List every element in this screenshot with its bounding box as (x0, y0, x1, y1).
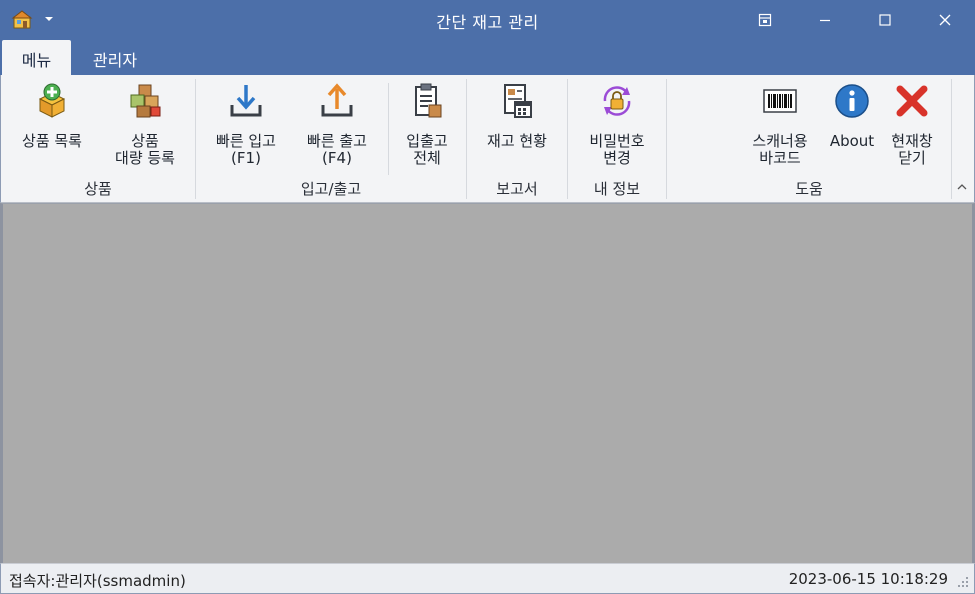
change-password-button[interactable]: 비밀번호 변경 (572, 81, 662, 167)
clipboard-list-icon (415, 83, 442, 118)
ribbon-panel: 상품 목록 상품 대량 등록 상품 빠른 입고 (F1) 빠른 출고 (F4) … (0, 75, 975, 203)
group-label-my-info: 내 정보 (593, 180, 641, 198)
group-label-help: 도움 (795, 180, 823, 198)
close-icon (939, 14, 951, 26)
close-x-icon (896, 85, 928, 117)
group-label-inout: 입고/출고 (300, 180, 362, 198)
maximize-icon (879, 14, 891, 26)
barcode-icon (763, 89, 797, 113)
about-label: About (829, 132, 875, 150)
product-bulk-register-button[interactable]: 상품 대량 등록 (99, 81, 191, 167)
quick-inbound-button[interactable]: 빠른 입고 (F1) (202, 81, 290, 167)
boxes-bulk-icon (130, 84, 161, 118)
restore-layout-button[interactable] (736, 0, 794, 40)
group-label-report: 보고서 (496, 180, 538, 198)
quick-outbound-label: 빠른 출고 (F4) (307, 132, 367, 167)
ribbon-group-inout: 빠른 입고 (F1) 빠른 출고 (F4) 입출고 전체 입고/출고 (196, 75, 466, 202)
inbound-arrow-icon (230, 85, 262, 117)
stock-status-button[interactable]: 재고 현황 (473, 81, 561, 150)
tab-menu[interactable]: 메뉴 (2, 40, 71, 75)
inout-all-label: 입출고 전체 (406, 132, 448, 167)
about-button[interactable]: About (825, 81, 879, 150)
box-add-icon (38, 83, 66, 118)
maximize-button[interactable] (856, 0, 914, 40)
inout-all-button[interactable]: 입출고 전체 (394, 81, 460, 167)
title-bar: 간단 재고 관리 (0, 0, 975, 40)
status-datetime: 2023-06-15 10:18:29 (788, 570, 948, 588)
scanner-barcode-label: 스캐너용 바코드 (752, 132, 808, 167)
report-calendar-icon (504, 84, 532, 118)
product-list-button[interactable]: 상품 목록 (7, 81, 97, 150)
minimize-button[interactable] (796, 0, 854, 40)
quick-outbound-button[interactable]: 빠른 출고 (F4) (292, 81, 382, 167)
group-divider (951, 79, 952, 199)
ribbon-group-my-info: 비밀번호 변경 내 정보 (568, 75, 666, 202)
ribbon-tab-strip: 메뉴 관리자 (0, 40, 975, 75)
product-list-label: 상품 목록 (22, 132, 82, 150)
tab-admin[interactable]: 관리자 (78, 40, 152, 75)
status-bar: 접속자:관리자(ssmadmin) 2023-06-15 10:18:29 (0, 563, 975, 594)
status-logged-in-user: 접속자:관리자(ssmadmin) (9, 572, 186, 590)
quick-inbound-label: 빠른 입고 (F1) (216, 132, 276, 167)
button-divider (388, 83, 389, 175)
stock-status-label: 재고 현황 (487, 132, 547, 150)
ribbon-group-product: 상품 목록 상품 대량 등록 상품 (1, 75, 195, 202)
group-label-product: 상품 (84, 180, 112, 198)
close-window-button[interactable] (916, 0, 974, 40)
minimize-icon (820, 19, 830, 22)
ribbon-group-help: 스캐너용 바코드 About 현재창 닫기 도움 (667, 75, 951, 202)
ribbon-group-report: 재고 현황 보고서 (467, 75, 567, 202)
change-password-label: 비밀번호 변경 (589, 132, 645, 167)
main-workspace (0, 203, 975, 563)
outbound-arrow-icon (321, 83, 353, 117)
window-layout-icon (758, 13, 772, 27)
product-bulk-register-label: 상품 대량 등록 (115, 132, 175, 167)
info-icon (835, 84, 869, 118)
close-current-window-label: 현재창 닫기 (891, 132, 933, 167)
lock-refresh-icon (603, 86, 631, 116)
ribbon-collapse-icon[interactable] (956, 181, 968, 193)
close-current-window-button[interactable]: 현재창 닫기 (881, 81, 943, 167)
scanner-barcode-button[interactable]: 스캐너용 바코드 (735, 81, 825, 167)
resize-grip-icon[interactable] (957, 576, 969, 588)
